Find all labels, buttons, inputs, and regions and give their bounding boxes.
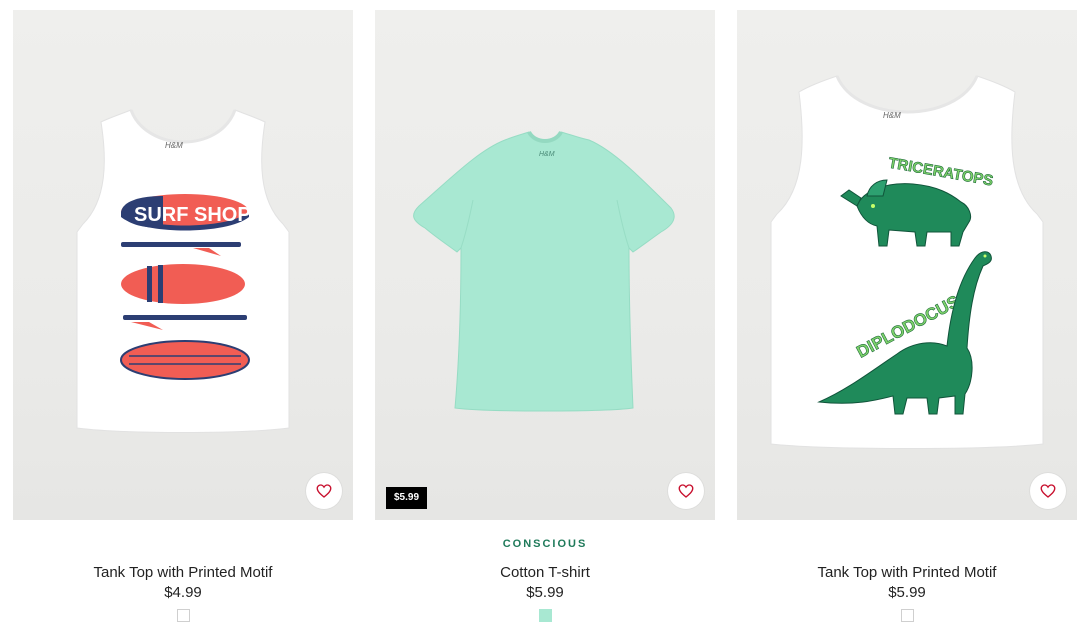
product-card[interactable]: H&M TRICERATOPS DIPLODOCUS Tank Top with… [737,10,1077,630]
product-image[interactable]: H&M $5.99 [375,10,715,520]
svg-text:H&M: H&M [539,151,555,158]
product-badge [13,538,353,558]
product-card[interactable]: H&M SURF SHOP Tank Top with Printed Moti… [13,10,353,630]
product-badge [737,538,1077,558]
tank-top-surf-image: H&M SURF SHOP [76,109,290,433]
add-to-favorites-button[interactable] [668,473,704,509]
mint-tshirt-image: H&M [413,130,675,412]
product-card[interactable]: H&M $5.99 CONSCIOUS Cotton T-shirt $5.99 [375,10,715,630]
conscious-badge: CONSCIOUS [502,538,588,550]
product-price: $4.99 [164,584,202,601]
heart-outline-icon [678,484,694,498]
heart-outline-icon [316,484,332,498]
color-swatch-mint[interactable] [538,609,552,622]
add-to-favorites-button[interactable] [1030,473,1066,509]
product-price: $5.99 [526,584,564,601]
color-swatch-white[interactable] [176,609,190,622]
product-image[interactable]: H&M SURF SHOP [13,10,353,520]
product-title[interactable]: Tank Top with Printed Motif [737,564,1077,582]
product-image[interactable]: H&M TRICERATOPS DIPLODOCUS [737,10,1077,520]
heart-outline-icon [1040,484,1056,498]
tank-top-dino-image: H&M TRICERATOPS DIPLODOCUS [770,75,1044,449]
price-marker: $5.99 [386,487,428,509]
color-swatch-white[interactable] [900,609,914,622]
product-title[interactable]: Cotton T-shirt [375,564,715,582]
surf-shop-print: SURF SHOP [134,204,251,226]
add-to-favorites-button[interactable] [306,473,342,509]
svg-text:H&M: H&M [165,141,183,150]
product-title[interactable]: Tank Top with Printed Motif [13,564,353,582]
svg-text:H&M: H&M [883,111,901,120]
product-price: $5.99 [888,584,926,601]
